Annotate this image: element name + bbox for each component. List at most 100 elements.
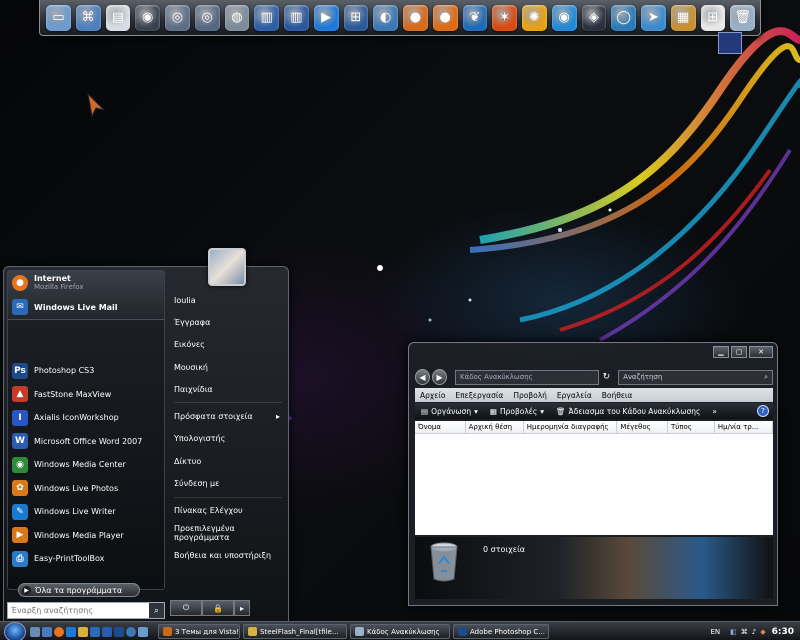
- column-header[interactable]: Όνομα: [415, 421, 466, 433]
- user-avatar[interactable]: [208, 248, 246, 286]
- program-item[interactable]: ✎ Windows Live Writer: [8, 500, 164, 524]
- books-2-icon[interactable]: ▥: [284, 4, 309, 31]
- photo-icon[interactable]: ◈: [581, 4, 607, 31]
- folder-icon[interactable]: [78, 626, 88, 637]
- taskbar-item-browser[interactable]: 3 Темы для Vista! В...: [158, 624, 240, 639]
- menu-item[interactable]: Βοήθεια: [597, 391, 638, 400]
- media-player-icon[interactable]: ▶: [313, 4, 339, 31]
- start-place-item[interactable]: Εικόνες: [168, 334, 288, 356]
- start-search-input[interactable]: [8, 605, 143, 616]
- word-icon[interactable]: [102, 626, 112, 637]
- help-icon[interactable]: ?: [757, 405, 769, 417]
- start-place-item[interactable]: Έγγραφα: [168, 311, 288, 333]
- document-icon[interactable]: ▤: [105, 4, 131, 31]
- start-place-item[interactable]: Πίνακας Ελέγχου: [168, 500, 288, 522]
- program-item[interactable]: Ps Photoshop CS3: [8, 359, 164, 383]
- windows-icon[interactable]: ⊞: [343, 4, 369, 31]
- drive-icon[interactable]: ◍: [224, 4, 250, 31]
- lock-button[interactable]: 🔒: [202, 600, 234, 616]
- column-header[interactable]: Αρχική θέση: [466, 421, 524, 433]
- column-header[interactable]: Ημερομηνία διαγραφής: [524, 421, 618, 433]
- orange-app-icon[interactable]: ●: [432, 4, 458, 31]
- column-header[interactable]: Ημ/νία τρ...: [715, 421, 773, 433]
- eye-icon[interactable]: ◉: [551, 4, 577, 31]
- organize-button[interactable]: ▤ Οργάνωση ▾: [415, 407, 484, 416]
- explorer-search-box[interactable]: Αναζήτηση ⌕: [618, 369, 773, 385]
- recycle-bin-icon[interactable]: 🗑: [730, 4, 755, 31]
- language-indicator[interactable]: EN: [710, 628, 720, 636]
- windows-flag-icon[interactable]: ⊞: [700, 4, 726, 31]
- start-place-item[interactable]: Βοήθεια και υποστήριξη: [168, 544, 288, 566]
- refresh-icon[interactable]: ↻: [603, 372, 611, 382]
- forward-button[interactable]: ▶: [432, 369, 448, 385]
- pinned-mail[interactable]: ✉ Windows Live Mail: [8, 295, 164, 319]
- tray-app-icon[interactable]: ◧: [730, 628, 737, 636]
- taskbar-item-photoshop[interactable]: Adobe Photoshop C...: [453, 624, 549, 639]
- search-icon[interactable]: ⌕: [149, 603, 164, 618]
- menu-item[interactable]: Εργαλεία: [552, 391, 597, 400]
- globe-icon[interactable]: ◐: [373, 4, 398, 31]
- firefox-icon[interactable]: ●: [403, 4, 428, 31]
- arrow-icon[interactable]: ➤: [641, 4, 666, 31]
- mail-icon[interactable]: [90, 626, 100, 637]
- start-place-item[interactable]: Προεπιλεγμένα προγράμματα: [168, 522, 288, 544]
- tray-shield-icon[interactable]: ◆: [760, 628, 765, 636]
- butterfly-icon[interactable]: ✶: [492, 4, 517, 31]
- camera-icon[interactable]: ◉: [135, 4, 160, 31]
- start-place-item[interactable]: Υπολογιστής: [168, 428, 288, 450]
- photoshop-icon[interactable]: [114, 626, 124, 637]
- disk-tools-icon[interactable]: ◎: [165, 4, 190, 31]
- computer-icon[interactable]: ▭: [46, 4, 71, 31]
- close-button[interactable]: ✕: [749, 346, 773, 358]
- globe-icon[interactable]: [126, 626, 136, 637]
- program-item[interactable]: I Axialis IconWorkshop: [8, 406, 164, 430]
- taskbar-item-recycle-bin[interactable]: Κάδος Ανακύκλωσης: [350, 624, 450, 639]
- media-player-icon[interactable]: [66, 626, 76, 637]
- all-programs-button[interactable]: ▶ Όλα τα προγράμματα: [18, 583, 140, 597]
- back-button[interactable]: ◀: [415, 369, 431, 385]
- program-item[interactable]: ◉ Windows Media Center: [8, 453, 164, 477]
- switch-windows-icon[interactable]: [42, 626, 52, 637]
- sun-icon[interactable]: ✺: [522, 4, 547, 31]
- menu-item[interactable]: Προβολή: [508, 391, 552, 400]
- start-place-item[interactable]: Δίκτυο: [168, 450, 288, 472]
- menu-item[interactable]: Επεξεργασία: [450, 391, 508, 400]
- ring-icon[interactable]: ◯: [611, 4, 636, 31]
- meter-widget[interactable]: [718, 32, 742, 54]
- menu-item[interactable]: Αρχείο: [415, 391, 450, 400]
- start-place-item[interactable]: Πρόσφατα στοιχεία ▸: [168, 405, 288, 427]
- books-icon[interactable]: ▥: [254, 4, 279, 31]
- program-item[interactable]: ▶ Windows Media Player: [8, 524, 164, 548]
- shutdown-options-button[interactable]: ▸: [234, 600, 250, 616]
- program-item[interactable]: ▲ FastStone MaxView: [8, 383, 164, 407]
- taskbar-item-folder[interactable]: SteelFlash_Final[tfile...: [243, 624, 347, 639]
- network-icon[interactable]: ⌘: [741, 628, 748, 636]
- views-button[interactable]: ▦ Προβολές ▾: [484, 407, 550, 416]
- program-item[interactable]: W Microsoft Office Word 2007: [8, 430, 164, 454]
- show-desktop-icon[interactable]: [30, 626, 40, 637]
- clock[interactable]: 6:30: [772, 627, 794, 637]
- disk-tools-2-icon[interactable]: ◎: [194, 4, 220, 31]
- minimize-button[interactable]: ▁: [713, 346, 729, 358]
- program-item[interactable]: ⎙ Easy-PrintToolBox: [8, 547, 164, 571]
- network-icon[interactable]: ⌘: [75, 4, 101, 31]
- maximize-button[interactable]: ▢: [731, 346, 747, 358]
- start-place-item[interactable]: Παιχνίδια: [168, 378, 288, 400]
- firefox-icon[interactable]: [54, 626, 64, 637]
- power-button[interactable]: ⏻: [170, 600, 202, 616]
- empty-recycle-bin-button[interactable]: 🗑 Άδειασμα του Κάδου Ανακύκλωσης: [550, 407, 706, 416]
- start-place-item[interactable]: Σύνδεση με: [168, 472, 288, 494]
- leaf-icon[interactable]: ❦: [462, 4, 488, 31]
- column-header[interactable]: Μέγεθος: [617, 421, 668, 433]
- program-item[interactable]: ✿ Windows Live Photos: [8, 477, 164, 501]
- start-place-item[interactable]: Ioulia: [168, 289, 288, 311]
- address-bar[interactable]: Κάδος Ανακύκλωσης: [455, 369, 599, 385]
- library-icon[interactable]: ▦: [670, 4, 696, 31]
- volume-icon[interactable]: ♪: [752, 628, 756, 636]
- pinned-internet[interactable]: ● Internet Mozilla Firefox: [8, 271, 164, 295]
- computer-icon[interactable]: [138, 626, 148, 637]
- start-place-item[interactable]: Μουσική: [168, 356, 288, 378]
- more-commands-button[interactable]: »: [706, 407, 723, 416]
- start-orb-button[interactable]: [4, 621, 26, 640]
- column-header[interactable]: Τύπος: [668, 421, 715, 433]
